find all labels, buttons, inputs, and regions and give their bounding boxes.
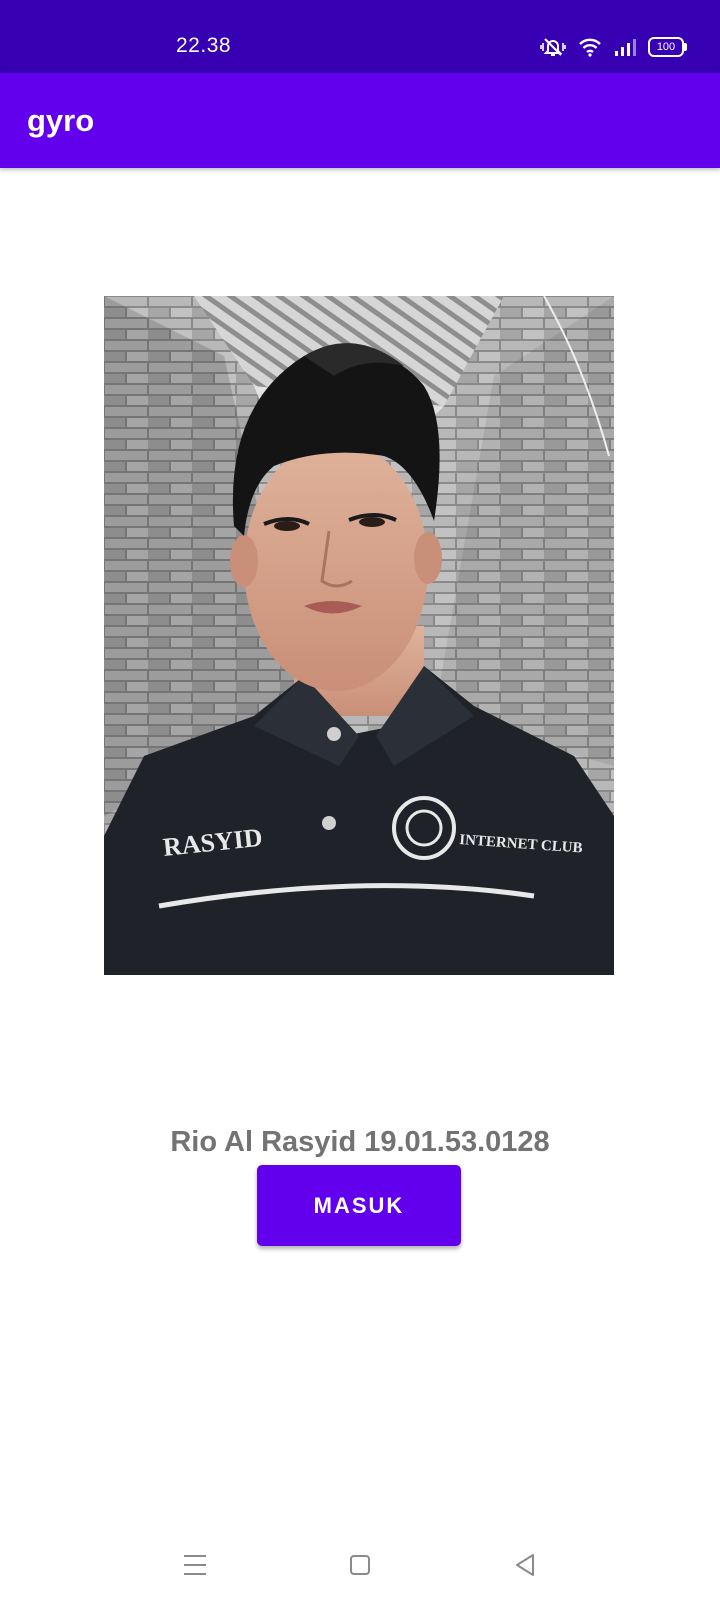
navigation-bar <box>0 1530 720 1600</box>
menu-icon[interactable] <box>175 1548 215 1582</box>
vibrate-mute-icon <box>540 37 566 57</box>
battery-icon: 100 <box>648 37 687 57</box>
battery-level: 100 <box>656 40 676 53</box>
status-icons: 100 <box>540 36 687 58</box>
app-bar: gyro <box>0 73 720 168</box>
signal-icon <box>614 37 636 57</box>
app-title: gyro <box>27 103 95 138</box>
status-bar: 22.38 100 <box>0 0 720 73</box>
student-name-label: Rio Al Rasyid 19.01.53.0128 <box>170 1126 550 1158</box>
screen: 22.38 100 gyro RASYID INTERNET CLUB Rio … <box>0 0 720 1600</box>
back-icon[interactable] <box>505 1548 545 1582</box>
status-time: 22.38 <box>176 34 232 57</box>
masuk-button[interactable]: MASUK <box>257 1165 461 1246</box>
profile-photo: RASYID INTERNET CLUB <box>104 296 614 975</box>
home-icon[interactable] <box>340 1548 380 1582</box>
wifi-icon <box>578 37 602 57</box>
